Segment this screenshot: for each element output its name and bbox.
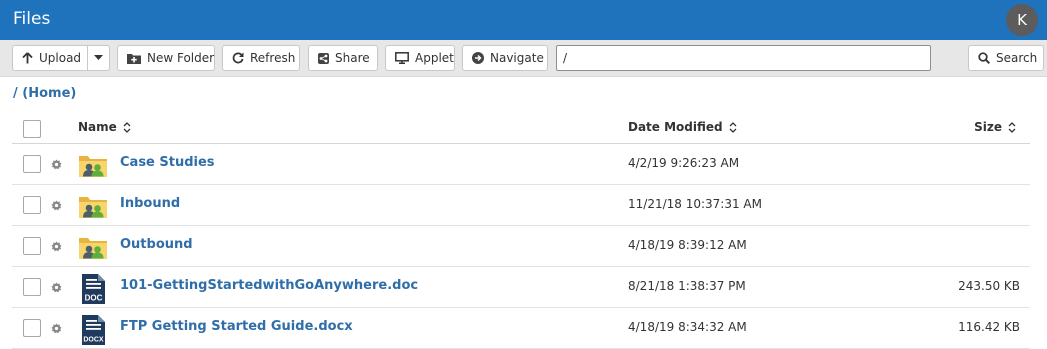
table-row[interactable]: Inbound 11/21/18 10:37:31 AM	[12, 185, 1030, 226]
applet-label: Applet	[415, 51, 454, 65]
new-folder-button[interactable]: New Folder	[117, 45, 215, 71]
share-button[interactable]: Share	[308, 45, 378, 71]
refresh-label: Refresh	[250, 51, 296, 65]
table-header: Name Date Modified Size	[12, 111, 1030, 144]
new-folder-label: New Folder	[147, 51, 215, 65]
table-row[interactable]: DOCX FTP Getting Started Guide.docx 4/18…	[12, 308, 1030, 349]
table-row[interactable]: DOC 101-GettingStartedwithGoAnywhere.doc…	[12, 267, 1030, 308]
app-header: Files K	[0, 0, 1047, 40]
doc-file-icon: DOC	[82, 274, 105, 304]
upload-button[interactable]: Upload	[12, 45, 88, 71]
row-checkbox[interactable]	[23, 237, 41, 255]
docx-file-icon: DOCX	[82, 315, 105, 345]
shared-folder-icon	[79, 238, 107, 259]
folder-plus-icon	[127, 53, 141, 64]
date-modified: 11/21/18 10:37:31 AM	[628, 197, 762, 211]
gear-icon[interactable]	[51, 159, 62, 170]
date-modified: 8/21/18 1:38:37 PM	[628, 279, 746, 293]
search-label: Search	[996, 51, 1038, 65]
row-checkbox[interactable]	[23, 196, 41, 214]
file-type-label: DOC	[85, 294, 103, 303]
sort-icon	[1008, 121, 1016, 133]
shared-folder-icon	[79, 156, 107, 177]
row-checkbox[interactable]	[23, 319, 41, 337]
path-input[interactable]	[556, 45, 931, 71]
file-size: 116.42 KB	[958, 320, 1020, 334]
refresh-icon	[232, 52, 244, 64]
row-checkbox[interactable]	[23, 155, 41, 173]
sort-icon	[729, 121, 737, 133]
navigate-label: Navigate	[490, 51, 544, 65]
file-name-link[interactable]: FTP Getting Started Guide.docx	[120, 319, 353, 334]
search-icon	[978, 52, 990, 64]
date-modified: 4/18/19 8:34:32 AM	[628, 320, 747, 334]
date-modified: 4/2/19 9:26:23 AM	[628, 156, 740, 170]
user-avatar[interactable]: K	[1006, 4, 1038, 36]
gear-icon[interactable]	[51, 323, 62, 334]
monitor-icon	[395, 52, 409, 64]
applet-button[interactable]: Applet	[385, 45, 455, 71]
toolbar: Upload New Folder Refresh Share Applet N…	[0, 40, 1047, 77]
refresh-button[interactable]: Refresh	[222, 45, 300, 71]
gear-icon[interactable]	[51, 200, 62, 211]
sort-icon	[123, 121, 131, 133]
table-row[interactable]: Outbound 4/18/19 8:39:12 AM	[12, 226, 1030, 267]
gear-icon[interactable]	[51, 241, 62, 252]
row-checkbox[interactable]	[23, 278, 41, 296]
file-size: 243.50 KB	[958, 279, 1020, 293]
size-header-label: Size	[974, 120, 1002, 134]
file-name-link[interactable]: Case Studies	[120, 155, 215, 170]
date-modified: 4/18/19 8:39:12 AM	[628, 238, 747, 252]
name-column-header[interactable]: Name	[78, 120, 131, 134]
file-type-label: DOCX	[83, 337, 104, 344]
size-column-header[interactable]: Size	[974, 120, 1016, 134]
select-all-checkbox[interactable]	[23, 120, 41, 138]
breadcrumb-home[interactable]: / (Home)	[13, 86, 76, 101]
page-title: Files	[13, 9, 51, 29]
navigate-button[interactable]: Navigate	[462, 45, 548, 71]
gear-icon[interactable]	[51, 282, 62, 293]
shared-folder-icon	[79, 197, 107, 218]
file-table: Name Date Modified Size Case Studies 4/2…	[12, 111, 1030, 349]
search-button[interactable]: Search	[968, 45, 1044, 71]
upload-dropdown-button[interactable]	[88, 45, 110, 71]
name-header-label: Name	[78, 120, 117, 134]
date-header-label: Date Modified	[628, 120, 723, 134]
upload-arrow-icon	[22, 52, 33, 64]
table-row[interactable]: Case Studies 4/2/19 9:26:23 AM	[12, 144, 1030, 185]
share-icon	[318, 52, 329, 64]
file-name-link[interactable]: Outbound	[120, 237, 193, 252]
file-name-link[interactable]: 101-GettingStartedwithGoAnywhere.doc	[120, 278, 418, 293]
navigate-arrow-circle-icon	[472, 52, 484, 64]
file-name-link[interactable]: Inbound	[120, 196, 180, 211]
date-column-header[interactable]: Date Modified	[628, 120, 737, 134]
caret-down-icon	[94, 55, 103, 60]
upload-label: Upload	[39, 51, 82, 65]
share-label: Share	[335, 51, 370, 65]
